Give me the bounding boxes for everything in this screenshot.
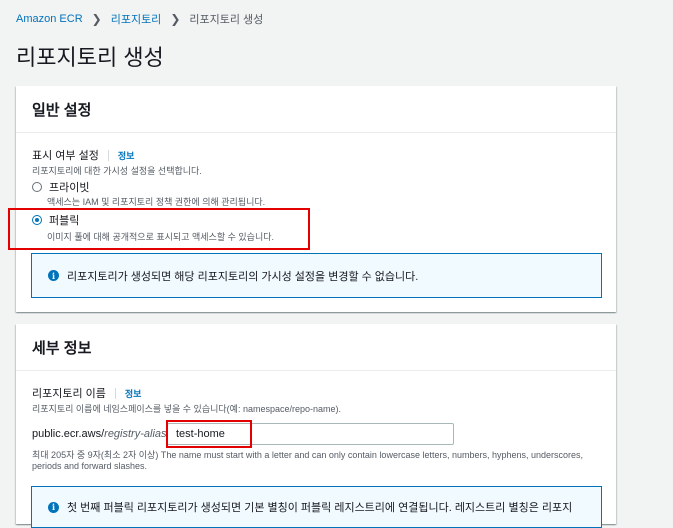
radio-private-label[interactable]: 프라이빗 (49, 179, 89, 195)
radio-private[interactable]: 프라이빗 (32, 179, 89, 195)
visibility-info-link[interactable]: 정보 (118, 149, 135, 162)
registry-alias: registry-alias (104, 428, 167, 440)
visibility-alert-text: 리포지토리가 생성되면 해당 리포지토리의 가시성 설정을 변경할 수 없습니다… (67, 270, 419, 283)
breadcrumb-link-ecr[interactable]: Amazon ECR (16, 13, 83, 25)
visibility-description: 리포지토리에 대한 가시성 설정을 선택합니다. (32, 166, 202, 176)
divider (114, 387, 116, 399)
highlight-box-public (8, 208, 310, 250)
visibility-label-text: 표시 여부 설정 (32, 150, 99, 162)
visibility-label: 표시 여부 설정 정보 (32, 147, 134, 163)
repo-name-info-link[interactable]: 정보 (125, 387, 142, 400)
repo-name-description: 리포지토리 이름에 네임스페이스를 넣을 수 있습니다(예: namespace… (32, 404, 341, 414)
registry-info-alert: i 첫 번째 퍼블릭 리포지토리가 생성되면 기본 별칭이 퍼블릭 레지스트리에… (31, 486, 602, 528)
info-icon: i (48, 270, 59, 281)
chevron-right-icon: ❯ (91, 12, 102, 26)
breadcrumb-link-repositories[interactable]: 리포지토리 (111, 11, 162, 27)
radio-private-description: 액세스는 IAM 및 리포지토리 정책 권한에 의해 관리됩니다. (47, 197, 266, 207)
details-header: 세부 정보 (16, 324, 616, 371)
page-title: 리포지토리 생성 (16, 45, 164, 70)
repo-uri-host: public.ecr.aws/ (32, 428, 105, 440)
radio-private-circle[interactable] (32, 182, 42, 192)
breadcrumb: Amazon ECR ❯ 리포지토리 ❯ 리포지토리 생성 (16, 11, 263, 27)
repo-name-label-text: 리포지토리 이름 (32, 388, 106, 400)
visibility-info-alert: i 리포지토리가 생성되면 해당 리포지토리의 가시성 설정을 변경할 수 없습… (31, 253, 602, 298)
repo-name-constraint: 최대 205자 중 9자(최소 2자 이상) The name must sta… (32, 450, 584, 471)
general-settings-header: 일반 설정 (16, 86, 616, 133)
breadcrumb-current: 리포지토리 생성 (189, 14, 264, 26)
chevron-right-icon: ❯ (170, 12, 181, 26)
repo-uri-prefix: public.ecr.aws/registry-alias/ (32, 428, 170, 440)
repo-name-label: 리포지토리 이름 정보 (32, 385, 141, 401)
highlight-box-repo-name (166, 420, 252, 448)
info-icon: i (48, 501, 59, 513)
registry-alert-text: 첫 번째 퍼블릭 리포지토리가 생성되면 기본 별칭이 퍼블릭 레지스트리에 연… (67, 502, 573, 514)
divider (107, 149, 109, 161)
